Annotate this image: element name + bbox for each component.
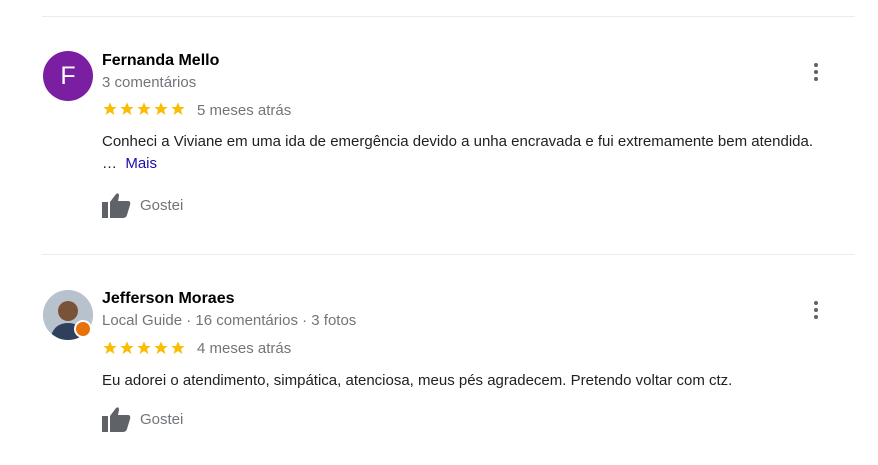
thumb-up-icon[interactable] xyxy=(102,192,132,218)
reviewer-meta: Local Guide · 16 comentários · 3 fotos xyxy=(102,312,357,329)
review-text: Eu adorei o atendimento, simpática, aten… xyxy=(102,372,733,389)
like-button[interactable] xyxy=(102,406,132,432)
local-guide-badge-icon xyxy=(74,320,92,338)
star-icon xyxy=(120,102,134,115)
star-icon xyxy=(154,341,168,354)
star-icon xyxy=(137,102,151,115)
divider-middle xyxy=(42,254,855,255)
divider-top xyxy=(42,16,855,17)
more-link[interactable]: Mais xyxy=(125,155,157,172)
review-text: Conheci a Viviane em uma ida de emergênc… xyxy=(102,131,822,175)
more-vert-icon[interactable] xyxy=(806,60,826,84)
like-button[interactable] xyxy=(102,192,132,218)
star-rating xyxy=(102,101,187,119)
reviewer-name[interactable]: Jefferson Moraes xyxy=(102,290,235,308)
more-vert-icon[interactable] xyxy=(806,298,826,322)
star-icon xyxy=(103,102,117,115)
star-icon xyxy=(103,341,117,354)
reviewer-name[interactable]: Fernanda Mello xyxy=(102,52,219,70)
star-icon xyxy=(171,102,185,115)
star-icon xyxy=(154,102,168,115)
like-label[interactable]: Gostei xyxy=(140,411,183,428)
reviewer-meta: 3 comentários xyxy=(102,74,197,91)
review-date: 5 meses atrás xyxy=(197,102,292,119)
star-icon xyxy=(171,341,185,354)
star-icon xyxy=(137,341,151,354)
review-body: Conheci a Viviane em uma ida de emergênc… xyxy=(102,133,813,172)
star-icon xyxy=(120,341,134,354)
star-rating xyxy=(102,340,187,358)
like-label[interactable]: Gostei xyxy=(140,197,183,214)
avatar[interactable]: F xyxy=(43,51,93,101)
thumb-up-icon[interactable] xyxy=(102,406,132,432)
review-date: 4 meses atrás xyxy=(197,340,292,357)
